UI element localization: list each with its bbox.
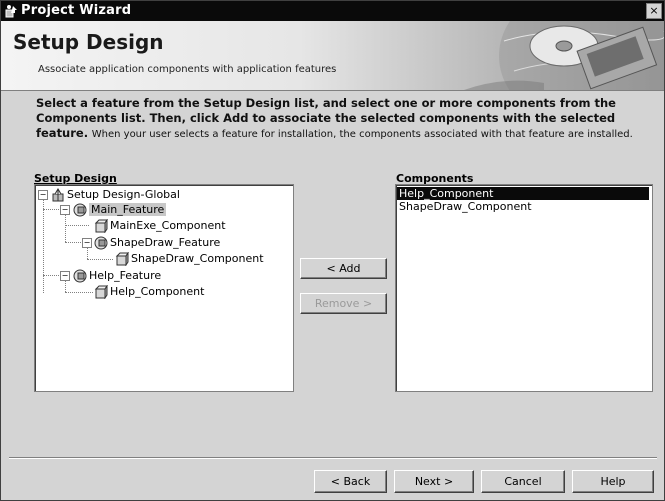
tree-node[interactable]: ShapeDraw_Component: [131, 252, 264, 266]
tree-line: [87, 259, 113, 260]
tree-node-label: Main_Feature: [89, 203, 167, 216]
tree-line: [43, 209, 61, 210]
tree-node[interactable]: Help_Component: [110, 285, 204, 299]
setup-design-tree[interactable]: − − − − Setup Design-Global Main_Feature…: [34, 184, 294, 392]
header-banner: Setup Design Associate application compo…: [1, 21, 664, 91]
title-bar[interactable]: Project Wizard ×: [1, 1, 664, 21]
remove-button[interactable]: Remove >: [300, 293, 387, 314]
tree-line: [65, 225, 89, 226]
tree-line: [43, 275, 61, 276]
help-button[interactable]: Help: [572, 470, 654, 493]
component-icon: [94, 285, 108, 299]
tree-node-label: ShapeDraw_Feature: [110, 236, 221, 249]
feature-icon: [73, 269, 87, 283]
feature-icon: [73, 203, 87, 217]
page-subtitle: Associate application components with ap…: [38, 64, 337, 75]
window-title: Project Wizard: [21, 3, 132, 18]
instructions-normal: When your user selects a feature for ins…: [91, 129, 633, 140]
component-icon: [115, 252, 129, 266]
cancel-button[interactable]: Cancel: [481, 470, 565, 493]
tree-node[interactable]: Main_Feature: [89, 203, 167, 217]
tree-line: [65, 292, 93, 293]
component-icon: [94, 219, 108, 233]
collapse-icon[interactable]: −: [60, 205, 70, 215]
wizard-app-icon: [5, 5, 17, 18]
back-button[interactable]: < Back: [314, 470, 387, 493]
collapse-icon[interactable]: −: [82, 238, 92, 248]
page-title: Setup Design: [13, 30, 164, 54]
setup-global-icon: [52, 188, 64, 202]
tree-node-label: Help_Component: [110, 285, 205, 298]
globe-cd-banner-image: [464, 21, 664, 90]
add-button[interactable]: < Add: [300, 258, 387, 279]
tree-node[interactable]: ShapeDraw_Feature: [110, 236, 220, 250]
tree-node[interactable]: MainExe_Component: [110, 219, 226, 233]
tree-node[interactable]: Help_Feature: [89, 269, 161, 283]
tree-node-label: Setup Design-Global: [67, 188, 180, 201]
next-button[interactable]: Next >: [394, 470, 474, 493]
close-icon[interactable]: ×: [646, 3, 662, 19]
feature-icon: [94, 236, 108, 250]
tree-node[interactable]: Setup Design-Global: [67, 188, 180, 202]
tree-line: [65, 212, 66, 242]
list-item[interactable]: ShapeDraw_Component: [397, 200, 532, 213]
tree-node-label: ShapeDraw_Component: [131, 252, 264, 265]
tree-node-label: Help_Feature: [89, 269, 162, 282]
instructions-text: Select a feature from the Setup Design l…: [36, 96, 641, 142]
project-wizard-window: Project Wizard × Setup Design Associate …: [0, 0, 665, 501]
tree-line: [65, 242, 83, 243]
components-list[interactable]: Help_Component ShapeDraw_Component: [395, 184, 653, 392]
tree-node-label: MainExe_Component: [110, 219, 226, 232]
collapse-icon[interactable]: −: [38, 190, 48, 200]
footer-divider: [9, 457, 657, 459]
list-item[interactable]: Help_Component: [397, 187, 649, 200]
collapse-icon[interactable]: −: [60, 271, 70, 281]
